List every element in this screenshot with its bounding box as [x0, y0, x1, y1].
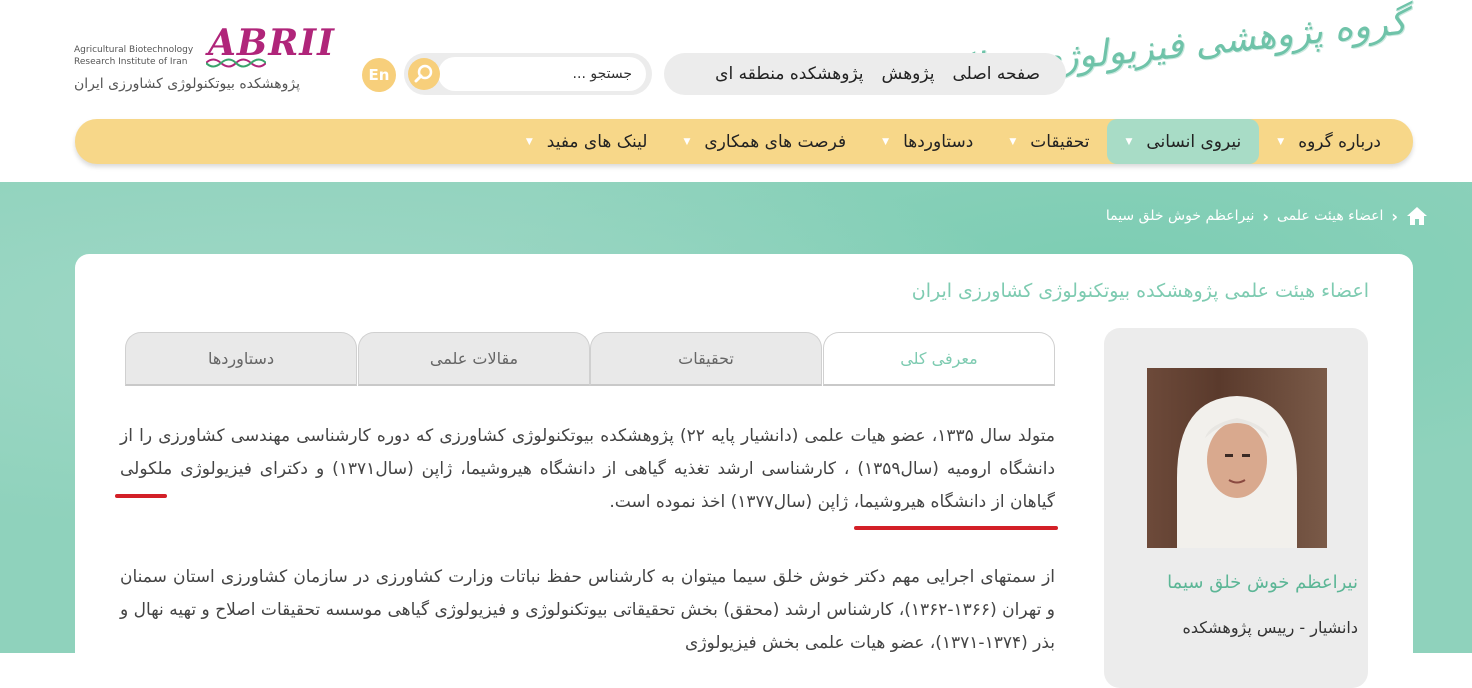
- breadcrumb: ‹ اعضاء هیئت علمی ‹ نیراعظم خوش خلق سیما: [1106, 206, 1428, 226]
- site-title[interactable]: گروه پژوهشی فیزیولوژی مولکولی: [892, 2, 1413, 119]
- nav-useful-links[interactable]: لینک های مفید ▼: [508, 119, 666, 164]
- profile-photo: [1147, 368, 1327, 548]
- chevron-down-icon: ▼: [1277, 136, 1285, 147]
- profile-tabs: معرفی کلی تحقیقات مقالات علمی دستاوردها: [125, 332, 1055, 388]
- person-illustration: [1177, 396, 1297, 548]
- top-nav-research[interactable]: پژوهش: [882, 64, 935, 84]
- top-nav-regional-institute[interactable]: پژوهشکده منطقه ای: [715, 64, 863, 84]
- main-nav: درباره گروه ▼ نیروی انسانی ▼ تحقیقات ▼ دستا…: [75, 119, 1413, 164]
- profile-panel: نیراعظم خوش خلق سیما دانشیار - رییس پژوه…: [1104, 328, 1368, 688]
- site-header: گروه پژوهشی فیزیولوژی مولکولی صفحه اصلی …: [0, 0, 1472, 182]
- profile-role: دانشیار - رییس پژوهشکده: [1182, 618, 1359, 637]
- breadcrumb-current: نیراعظم خوش خلق سیما: [1105, 208, 1255, 224]
- tab-articles[interactable]: مقالات علمی: [358, 332, 590, 386]
- logo-persian-text: پژوهشکده بیوتکنولوژی کشاورزی ایران: [74, 76, 301, 92]
- chevron-left-icon: ‹: [1262, 206, 1269, 226]
- abrii-logo[interactable]: Agricultural Biotechnology Research Inst…: [74, 22, 336, 100]
- top-nav-home[interactable]: صفحه اصلی: [953, 64, 1040, 84]
- page-title: اعضاء هیئت علمی پژوهشکده بیوتکنولوژی کشا…: [911, 280, 1369, 302]
- highlight-underline: [115, 494, 167, 498]
- search-button[interactable]: [408, 58, 440, 90]
- search-input[interactable]: [438, 57, 646, 91]
- dna-icon: [206, 58, 266, 68]
- bio-paragraph-1: متولد سال ۱۳۳۵، عضو هیات علمی (دانشیار پ…: [120, 426, 1056, 512]
- tab-achievements[interactable]: دستاوردها: [125, 332, 357, 386]
- profile-name: نیراعظم خوش خلق سیما: [1167, 572, 1358, 593]
- nav-human-resources[interactable]: نیروی انسانی ▼: [1107, 119, 1260, 164]
- nav-cooperation[interactable]: فرصت های همکاری ▼: [665, 119, 864, 164]
- highlight-underline: [854, 526, 1058, 530]
- top-nav: صفحه اصلی پژوهش پژوهشکده منطقه ای: [664, 53, 1066, 95]
- chevron-down-icon: ▼: [882, 136, 890, 147]
- nav-achievements[interactable]: دستاوردها ▼: [864, 119, 991, 164]
- home-icon[interactable]: [1406, 206, 1428, 226]
- nav-research[interactable]: تحقیقات ▼: [991, 119, 1107, 164]
- tab-research[interactable]: تحقیقات: [590, 332, 822, 386]
- search-icon: [414, 64, 433, 83]
- search-box: [404, 53, 652, 95]
- chevron-left-icon: ‹: [1391, 206, 1398, 226]
- chevron-down-icon: ▼: [1009, 136, 1017, 147]
- content-card: اعضاء هیئت علمی پژوهشکده بیوتکنولوژی کشا…: [75, 254, 1413, 688]
- chevron-down-icon: ▼: [1125, 136, 1133, 147]
- tab-overview[interactable]: معرفی کلی: [823, 332, 1055, 386]
- chevron-down-icon: ▼: [525, 136, 533, 147]
- chevron-down-icon: ▼: [683, 136, 691, 147]
- breadcrumb-faculty[interactable]: اعضاء هیئت علمی: [1277, 208, 1383, 224]
- nav-about-group[interactable]: درباره گروه ▼: [1259, 119, 1399, 164]
- logo-english-text: Agricultural Biotechnology Research Inst…: [74, 45, 194, 67]
- language-english-button[interactable]: En: [362, 58, 396, 92]
- bio-paragraph-2: از سمتهای اجرایی مهم دکتر خوش خلق سیما م…: [120, 567, 1055, 653]
